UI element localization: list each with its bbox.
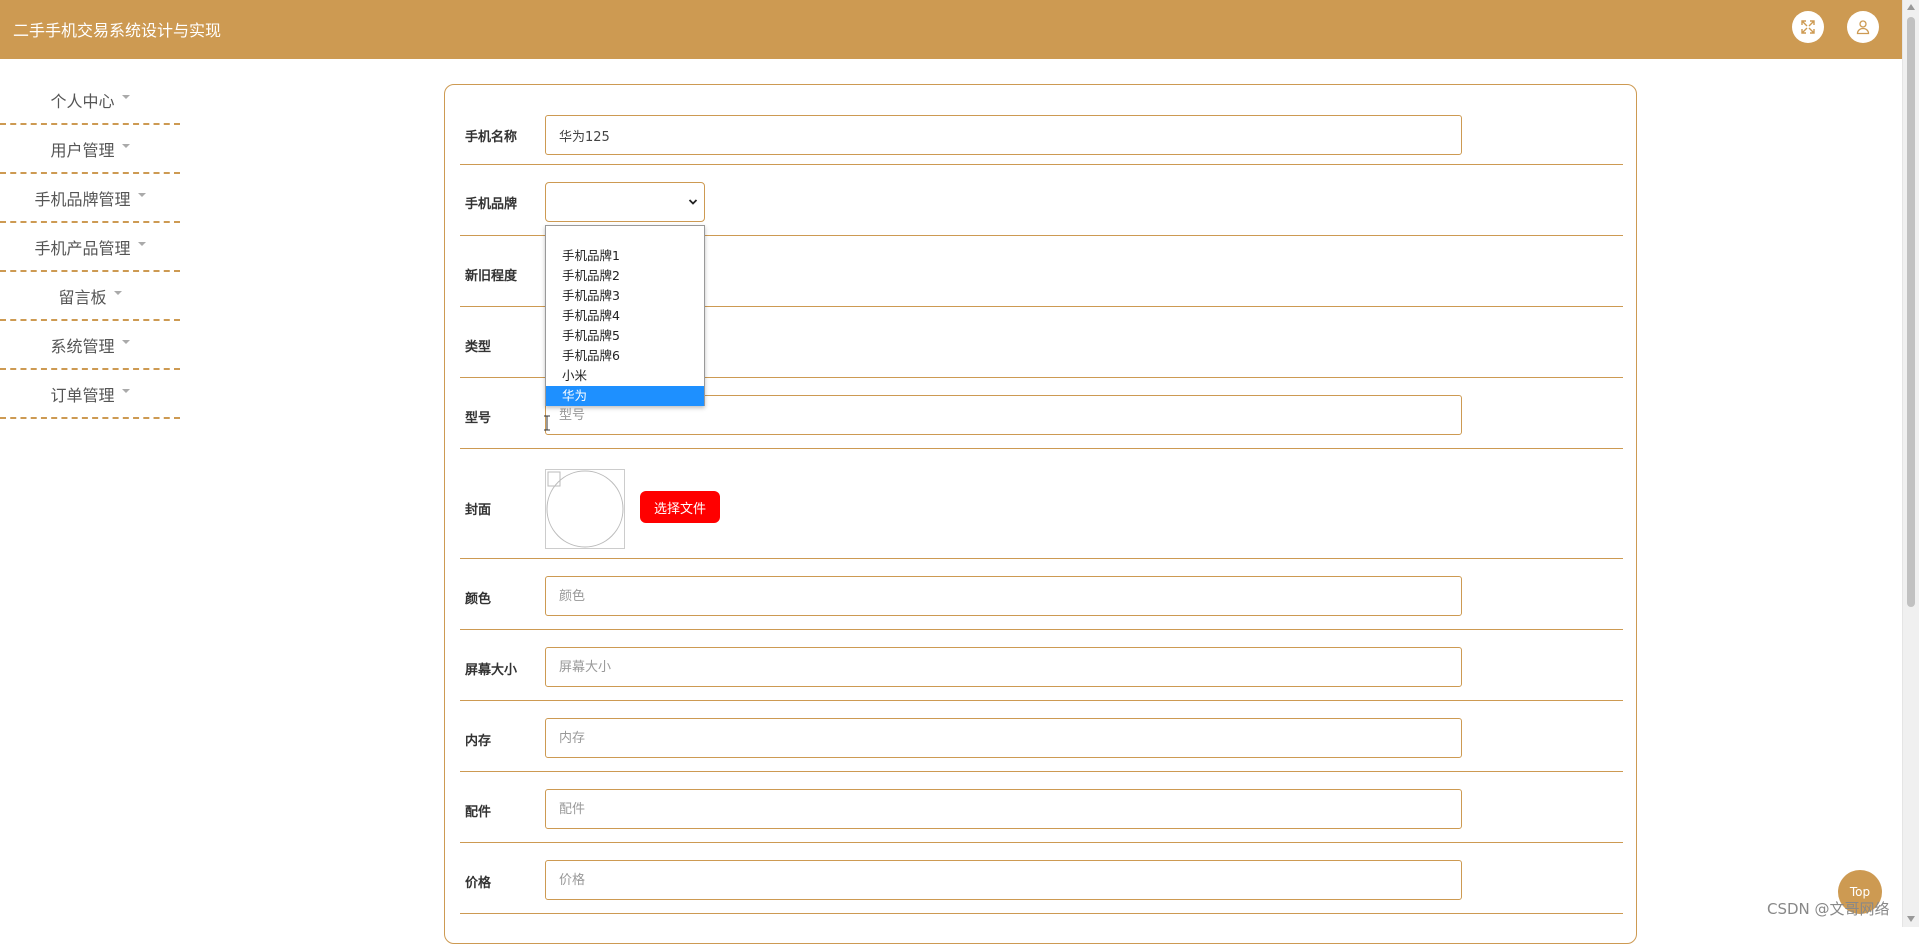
color-label: 颜色 (465, 592, 492, 607)
brand-option[interactable]: 手机品牌3 (546, 286, 704, 306)
broken-image-icon (546, 470, 624, 548)
sidebar-item-label: 订单管理 (50, 385, 115, 405)
brand-select[interactable] (545, 182, 705, 222)
sidebar-item-product-management[interactable]: 手机产品管理 (0, 223, 180, 272)
sidebar-item-brand-management[interactable]: 手机品牌管理 (0, 174, 180, 223)
form-row-screen: 屏幕大小 (460, 630, 1623, 701)
caret-down-icon (121, 388, 130, 393)
brand-option[interactable]: 小米 (546, 366, 704, 386)
chevron-down-icon (688, 199, 698, 205)
brand-option-empty[interactable] (546, 226, 704, 246)
expand-icon[interactable] (1792, 11, 1824, 43)
caret-down-icon (121, 339, 130, 344)
brand-option[interactable]: 手机品牌2 (546, 266, 704, 286)
scroll-thumb[interactable] (1907, 17, 1915, 607)
accessories-label: 配件 (465, 805, 492, 820)
brand-option[interactable]: 手机品牌5 (546, 326, 704, 346)
scroll-up-icon[interactable] (1907, 4, 1915, 10)
caret-down-icon (137, 192, 146, 197)
brand-option[interactable]: 手机品牌4 (546, 306, 704, 326)
caret-down-icon (113, 290, 122, 295)
caret-down-icon (121, 94, 130, 99)
sidebar-item-label: 系统管理 (50, 336, 115, 356)
name-label: 手机名称 (465, 130, 518, 145)
caret-down-icon (137, 241, 146, 246)
user-icon[interactable] (1847, 11, 1879, 43)
price-label: 价格 (465, 876, 492, 891)
sidebar-item-system-management[interactable]: 系统管理 (0, 321, 180, 370)
price-input[interactable] (545, 860, 1462, 900)
sidebar-item-order-management[interactable]: 订单管理 (0, 370, 180, 419)
form-row-color: 颜色 (460, 559, 1623, 630)
text-cursor-icon (544, 415, 550, 431)
phone-name-input[interactable] (545, 115, 1462, 155)
memory-input[interactable] (545, 718, 1462, 758)
form-row-price: 价格 (460, 843, 1623, 914)
choose-file-button[interactable]: 选择文件 (640, 491, 720, 523)
scroll-down-icon[interactable] (1907, 916, 1915, 922)
caret-down-icon (121, 143, 130, 148)
condition-label: 新旧程度 (465, 269, 518, 284)
screen-size-input[interactable] (545, 647, 1462, 687)
sidebar-item-label: 手机产品管理 (34, 238, 131, 258)
memory-label: 内存 (465, 734, 492, 749)
sidebar-item-label: 留言板 (58, 287, 107, 307)
sidebar-item-message-board[interactable]: 留言板 (0, 272, 180, 321)
color-input[interactable] (545, 576, 1462, 616)
form-row-cover: 封面 选择文件 (460, 449, 1623, 559)
type-label: 类型 (465, 340, 492, 355)
brand-label: 手机品牌 (465, 197, 518, 212)
product-form: 手机名称 手机品牌 新旧程度 类型 型号 封面 选择文件 颜色 (444, 84, 1637, 944)
watermark-text: CSDN @文哥网络 (1767, 900, 1890, 918)
cover-label: 封面 (465, 503, 492, 518)
sidebar-item-label: 用户管理 (50, 140, 115, 160)
accessories-input[interactable] (545, 789, 1462, 829)
sidebar-item-personal-center[interactable]: 个人中心 (0, 76, 180, 125)
form-row-memory: 内存 (460, 701, 1623, 772)
brand-option[interactable]: 手机品牌1 (546, 246, 704, 266)
sidebar-item-user-management[interactable]: 用户管理 (0, 125, 180, 174)
brand-option-highlighted[interactable]: 华为 (546, 386, 704, 406)
form-row-name: 手机名称 (460, 85, 1623, 165)
sidebar-menu: 个人中心 用户管理 手机品牌管理 手机产品管理 留言板 系统管理 订单管理 (0, 76, 180, 419)
screen-size-label: 屏幕大小 (465, 663, 518, 678)
brand-dropdown-list: 手机品牌1 手机品牌2 手机品牌3 手机品牌4 手机品牌5 手机品牌6 小米 华… (545, 225, 705, 406)
sidebar-item-label: 个人中心 (50, 91, 115, 111)
app-title: 二手手机交易系统设计与实现 (13, 21, 222, 40)
brand-option[interactable]: 手机品牌6 (546, 346, 704, 366)
page-scrollbar[interactable] (1902, 0, 1919, 927)
model-label: 型号 (465, 411, 492, 426)
sidebar-item-label: 手机品牌管理 (34, 189, 131, 209)
cover-image-placeholder (545, 469, 625, 549)
form-row-accessories: 配件 (460, 772, 1623, 843)
top-bar: 二手手机交易系统设计与实现 (0, 0, 1902, 59)
